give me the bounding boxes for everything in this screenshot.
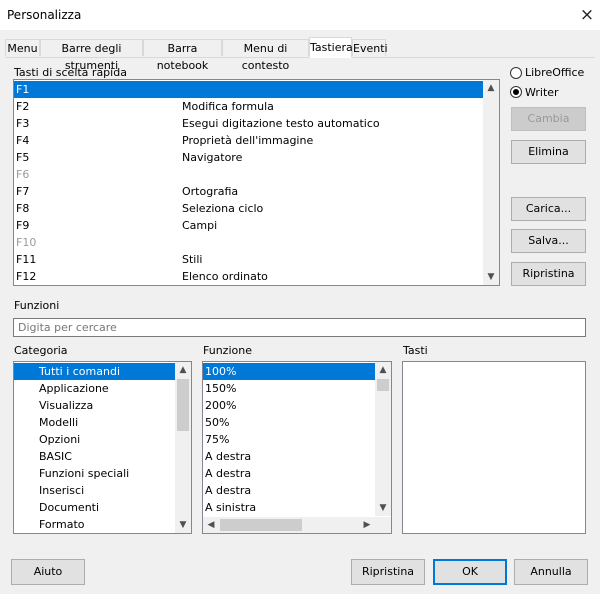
keys-list[interactable] [402, 361, 586, 534]
scrollbar-thumb[interactable] [377, 379, 389, 391]
reset-keys-button[interactable]: Ripristina [511, 262, 586, 286]
ok-button[interactable]: OK [433, 559, 507, 585]
list-item[interactable]: F8 Seleziona ciclo [14, 200, 483, 217]
category-label: Categoria [14, 344, 68, 357]
scroll-up-icon[interactable]: ▲ [175, 362, 191, 378]
list-item[interactable]: A sinistra [203, 499, 375, 516]
list-item[interactable]: Documenti [14, 499, 175, 516]
list-item[interactable]: F4 Proprietà dell'immagine [14, 132, 483, 149]
shortcut-list-scrollbar[interactable]: ▲ ▼ [483, 80, 499, 285]
scroll-left-icon[interactable]: ◀ [203, 517, 219, 533]
scroll-up-icon[interactable]: ▲ [375, 362, 391, 378]
libreoffice-radio[interactable] [510, 67, 522, 79]
list-item[interactable]: F1 [14, 81, 483, 98]
list-item[interactable]: A destra [203, 448, 375, 465]
scrollbar-thumb[interactable] [177, 379, 189, 431]
horizontal-scrollbar-thumb[interactable] [220, 519, 302, 531]
list-item[interactable]: F5 Navigatore [14, 149, 483, 166]
list-item[interactable]: 75% [203, 431, 375, 448]
category-scrollbar[interactable]: ▲ ▼ [175, 362, 191, 533]
keys-label: Tasti [403, 344, 428, 357]
tab-notebook-bar[interactable]: Barra notebook [143, 39, 222, 72]
function-horizontal-scrollbar[interactable]: ◀ ▶ [203, 517, 391, 533]
tab-events[interactable]: Eventi [352, 39, 388, 56]
shortcut-keys-label: Tasti di scelta rapida [14, 66, 127, 79]
functions-search-input[interactable] [13, 318, 586, 337]
list-item[interactable]: 200% [203, 397, 375, 414]
tab-keyboard[interactable]: Tastiera [309, 37, 353, 58]
reset-button[interactable]: Ripristina [351, 559, 425, 585]
list-item[interactable]: F9 Campi [14, 217, 483, 234]
functions-label: Funzioni [14, 299, 60, 312]
list-item[interactable]: Tutti i comandi [14, 363, 175, 380]
scrollbar-track[interactable] [485, 97, 497, 267]
libreoffice-radio-label[interactable]: LibreOffice [525, 66, 584, 79]
title-bar [0, 0, 600, 30]
tab-menu[interactable]: Menu [5, 39, 40, 56]
list-item[interactable]: F3 Esegui digitazione testo automatico [14, 115, 483, 132]
list-item[interactable]: A destra [203, 482, 375, 499]
list-item[interactable]: 150% [203, 380, 375, 397]
delete-button[interactable]: Elimina [511, 140, 586, 164]
scroll-right-icon[interactable]: ▶ [359, 517, 375, 533]
list-item[interactable]: A destra [203, 465, 375, 482]
cancel-button[interactable]: Annulla [514, 559, 588, 585]
list-item[interactable]: F7 Ortografia [14, 183, 483, 200]
scroll-down-icon[interactable]: ▼ [375, 500, 391, 516]
load-button[interactable]: Carica... [511, 197, 586, 221]
writer-radio-label[interactable]: Writer [525, 86, 559, 99]
list-item[interactable]: Opzioni [14, 431, 175, 448]
shortcut-keys-list[interactable]: F1 F2 Modifica formula F3 Esegui digitazio… [13, 79, 500, 286]
function-list[interactable]: 100% 150% 200% 50% 75% A destra A destra… [202, 361, 392, 534]
writer-radio[interactable] [510, 86, 522, 98]
list-item[interactable]: F10 [14, 234, 483, 251]
change-button[interactable]: Cambia [511, 107, 586, 131]
list-item[interactable]: Modelli [14, 414, 175, 431]
list-item[interactable]: F11 Stili [14, 251, 483, 268]
list-item[interactable]: Formato [14, 516, 175, 533]
list-item[interactable]: 100% [203, 363, 375, 380]
tab-toolbars[interactable]: Barre degli strumenti [40, 39, 143, 72]
list-item[interactable]: Funzioni speciali [14, 465, 175, 482]
window-title: Personalizza [7, 8, 82, 22]
function-scrollbar[interactable]: ▲ ▼ [375, 362, 391, 516]
scroll-down-icon[interactable]: ▼ [175, 517, 191, 533]
list-item[interactable]: 50% [203, 414, 375, 431]
list-item[interactable]: F12 Elenco ordinato [14, 268, 483, 285]
help-button[interactable]: Aiuto [11, 559, 85, 585]
list-item[interactable]: Applicazione [14, 380, 175, 397]
save-button[interactable]: Salva... [511, 229, 586, 253]
list-item[interactable]: Visualizza [14, 397, 175, 414]
scroll-down-icon[interactable]: ▼ [483, 269, 499, 285]
list-item[interactable]: F6 [14, 166, 483, 183]
function-label: Funzione [203, 344, 252, 357]
close-icon[interactable]: × [576, 4, 598, 26]
list-item[interactable]: F2 Modifica formula [14, 98, 483, 115]
tab-context-menus[interactable]: Menu di contesto [222, 39, 309, 72]
category-list[interactable]: Tutti i comandi Applicazione Visualizza … [13, 361, 192, 534]
scroll-up-icon[interactable]: ▲ [483, 80, 499, 96]
list-item[interactable]: BASIC [14, 448, 175, 465]
list-item[interactable]: Inserisci [14, 482, 175, 499]
